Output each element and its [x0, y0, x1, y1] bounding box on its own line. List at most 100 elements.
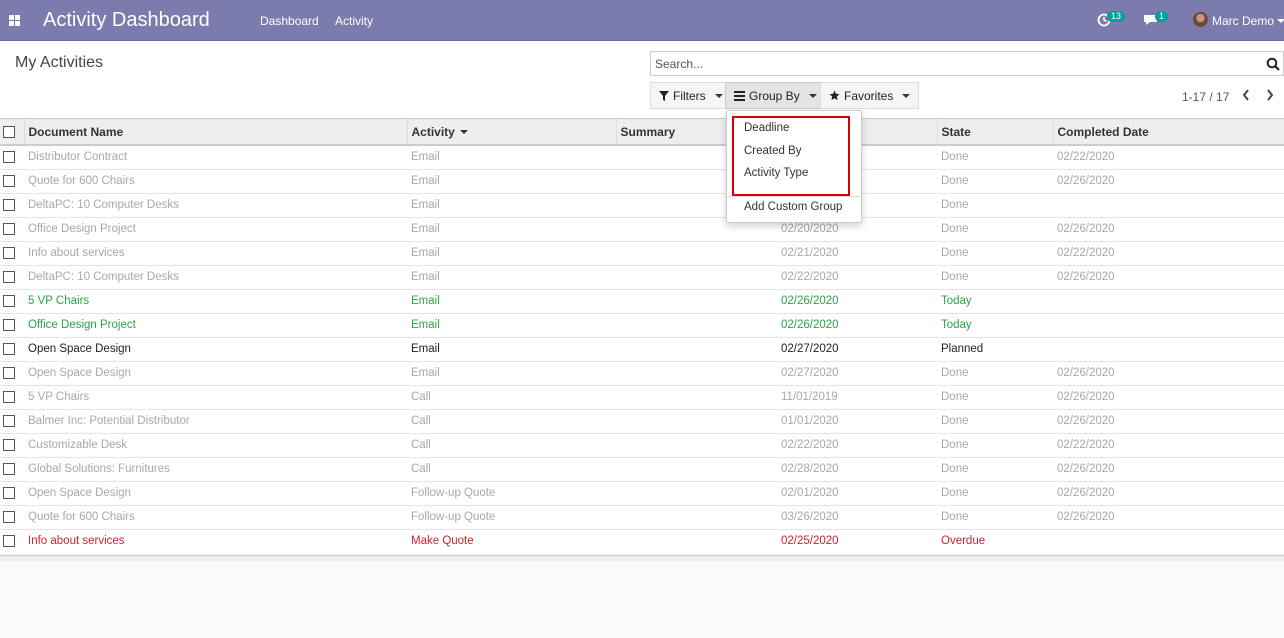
deadline-cell[interactable]: 02/25/2020 — [777, 528, 937, 553]
activity-cell[interactable]: Make Quote — [407, 528, 616, 553]
column-header-state[interactable]: State — [937, 119, 1054, 146]
summary-cell[interactable] — [616, 432, 777, 457]
completed-date-cell[interactable]: 02/22/2020 — [1053, 240, 1284, 265]
completed-date-cell[interactable]: 02/26/2020 — [1053, 408, 1284, 433]
pager-previous-button[interactable] — [1238, 85, 1254, 105]
table-row[interactable]: Quote for 600 Chairs Follow-up Quote 03/26… — [0, 504, 1284, 529]
deadline-cell[interactable]: 02/22/2020 — [777, 432, 937, 457]
summary-cell[interactable] — [616, 312, 777, 337]
completed-date-cell[interactable]: 02/26/2020 — [1053, 216, 1284, 241]
pager-next-button[interactable] — [1262, 85, 1278, 105]
row-checkbox[interactable] — [3, 151, 15, 164]
table-row[interactable]: DeltaPC: 10 Computer Desks Email Done — [0, 192, 1284, 217]
state-cell[interactable]: Done — [937, 432, 1053, 457]
filters-button[interactable]: Filters — [650, 82, 732, 109]
document-name-cell[interactable]: 5 VP Chairs — [24, 384, 407, 409]
activity-cell[interactable]: Call — [407, 384, 616, 409]
row-select-cell[interactable] — [0, 336, 24, 361]
document-name-cell[interactable]: DeltaPC: 10 Computer Desks — [24, 192, 407, 217]
search-icon[interactable] — [1266, 57, 1280, 71]
column-header-activity[interactable]: Activity — [407, 119, 617, 146]
user-name[interactable]: Marc Demo — [1212, 14, 1274, 28]
table-row[interactable]: Open Space Design Email 02/27/2020 Planned — [0, 336, 1284, 361]
activity-cell[interactable]: Email — [407, 336, 616, 361]
row-select-cell[interactable] — [0, 360, 24, 385]
table-row[interactable]: Quote for 600 Chairs Email Done 02/26/2020 — [0, 168, 1284, 193]
document-name-cell[interactable]: Open Space Design — [24, 336, 407, 361]
document-name-cell[interactable]: Office Design Project — [24, 216, 407, 241]
completed-date-cell[interactable]: 02/22/2020 — [1053, 144, 1284, 169]
completed-date-cell[interactable]: 02/26/2020 — [1053, 480, 1284, 505]
activity-cell[interactable]: Email — [407, 168, 616, 193]
document-name-cell[interactable]: DeltaPC: 10 Computer Desks — [24, 264, 407, 289]
table-row[interactable]: Info about services Email 02/21/2020 Done 02… — [0, 240, 1284, 265]
summary-cell[interactable] — [616, 384, 777, 409]
row-checkbox[interactable] — [3, 246, 15, 259]
row-select-cell[interactable] — [0, 288, 24, 313]
column-header-completed-date[interactable]: Completed Date — [1053, 119, 1284, 146]
user-avatar[interactable] — [1193, 12, 1208, 27]
completed-date-cell[interactable]: 02/26/2020 — [1053, 264, 1284, 289]
state-cell[interactable]: Planned — [937, 336, 1053, 361]
row-checkbox[interactable] — [3, 390, 15, 403]
completed-date-cell[interactable]: 02/26/2020 — [1053, 384, 1284, 409]
row-checkbox[interactable] — [3, 294, 15, 307]
row-checkbox[interactable] — [3, 270, 15, 283]
activity-cell[interactable]: Email — [407, 264, 616, 289]
completed-date-cell[interactable]: 02/26/2020 — [1053, 504, 1284, 529]
select-all-cell[interactable] — [0, 119, 25, 146]
activity-cell[interactable]: Email — [407, 192, 616, 217]
activity-cell[interactable]: Email — [407, 360, 616, 385]
row-select-cell[interactable] — [0, 408, 24, 433]
completed-date-cell[interactable] — [1053, 336, 1284, 361]
document-name-cell[interactable]: Open Space Design — [24, 480, 407, 505]
state-cell[interactable]: Done — [937, 360, 1053, 385]
summary-cell[interactable] — [616, 504, 777, 529]
completed-date-cell[interactable] — [1053, 288, 1284, 313]
row-select-cell[interactable] — [0, 480, 24, 505]
state-cell[interactable]: Done — [937, 504, 1053, 529]
activity-cell[interactable]: Email — [407, 288, 616, 313]
state-cell[interactable]: Today — [937, 312, 1053, 337]
state-cell[interactable]: Done — [937, 384, 1053, 409]
summary-cell[interactable] — [616, 240, 777, 265]
state-cell[interactable]: Done — [937, 240, 1053, 265]
table-row[interactable]: Distributor Contract Email Done 02/22/2020 — [0, 144, 1284, 169]
state-cell[interactable]: Done — [937, 264, 1053, 289]
state-cell[interactable]: Done — [937, 408, 1053, 433]
deadline-cell[interactable]: 03/26/2020 — [777, 504, 937, 529]
state-cell[interactable]: Done — [937, 456, 1053, 481]
table-row[interactable]: Office Design Project Email 02/26/2020 Toda… — [0, 312, 1284, 337]
group-by-button[interactable]: Group By — [725, 82, 826, 109]
activity-cell[interactable]: Call — [407, 408, 616, 433]
table-row[interactable]: Balmer Inc: Potential Distributor Call 01/… — [0, 408, 1284, 433]
row-select-cell[interactable] — [0, 528, 24, 553]
table-row[interactable]: Global Solutions: Furnitures Call 02/28/20… — [0, 456, 1284, 481]
completed-date-cell[interactable] — [1053, 312, 1284, 337]
table-row[interactable]: 5 VP Chairs Email 02/26/2020 Today — [0, 288, 1284, 313]
deadline-cell[interactable]: 02/26/2020 — [777, 312, 937, 337]
document-name-cell[interactable]: Distributor Contract — [24, 144, 407, 169]
user-menu-caret-icon[interactable] — [1277, 19, 1284, 23]
table-row[interactable]: Info about services Make Quote 02/25/2020 O… — [0, 528, 1284, 553]
deadline-cell[interactable]: 11/01/2019 — [777, 384, 937, 409]
nav-link-activity[interactable]: Activity — [335, 14, 373, 28]
row-checkbox[interactable] — [3, 535, 15, 548]
table-row[interactable]: Open Space Design Email 02/27/2020 Done 02/2… — [0, 360, 1284, 385]
state-cell[interactable]: Done — [937, 168, 1053, 193]
select-all-checkbox[interactable] — [3, 126, 15, 139]
state-cell[interactable]: Done — [937, 192, 1053, 217]
deadline-cell[interactable]: 02/26/2020 — [777, 288, 937, 313]
completed-date-cell[interactable]: 02/26/2020 — [1053, 360, 1284, 385]
activity-cell[interactable]: Call — [407, 456, 616, 481]
completed-date-cell[interactable] — [1053, 192, 1284, 217]
row-checkbox[interactable] — [3, 438, 15, 451]
row-checkbox[interactable] — [3, 174, 15, 187]
deadline-cell[interactable]: 02/27/2020 — [777, 336, 937, 361]
row-select-cell[interactable] — [0, 168, 24, 193]
state-cell[interactable]: Done — [937, 144, 1053, 169]
completed-date-cell[interactable]: 02/26/2020 — [1053, 168, 1284, 193]
favorites-button[interactable]: Favorites — [820, 82, 920, 109]
row-select-cell[interactable] — [0, 384, 24, 409]
document-name-cell[interactable]: Customizable Desk — [24, 432, 407, 457]
